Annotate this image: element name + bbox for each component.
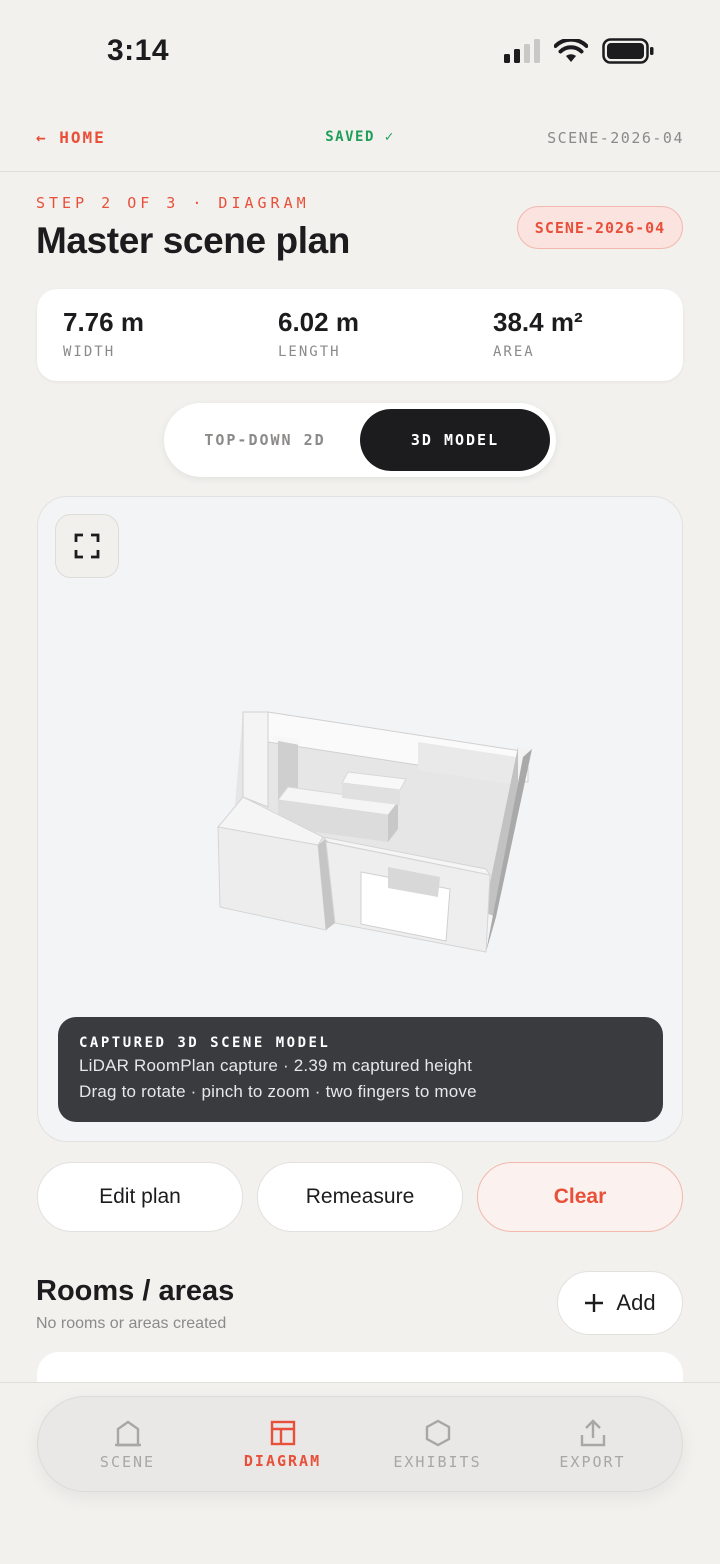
wifi-icon — [554, 39, 588, 62]
top-nav: ← HOME SAVED ✓ SCENE-2026-04 — [0, 104, 720, 172]
toggle-top-down-2d[interactable]: TOP-DOWN 2D — [170, 409, 360, 471]
room-3d-model[interactable] — [38, 497, 683, 1017]
measurements-card: 7.76 m WIDTH 6.02 m LENGTH 38.4 m² AREA — [37, 289, 683, 381]
step-label: STEP 2 OF 3 · DIAGRAM — [36, 194, 310, 212]
tab-export[interactable]: EXPORT — [515, 1397, 670, 1493]
expand-icon — [74, 533, 100, 559]
rooms-title: Rooms / areas — [36, 1275, 235, 1307]
battery-icon — [602, 38, 654, 64]
tab-scene[interactable]: SCENE — [50, 1397, 205, 1493]
house-icon — [114, 1420, 141, 1447]
model-viewer[interactable]: CAPTURED 3D SCENE MODEL LiDAR RoomPlan c… — [37, 496, 683, 1142]
upload-icon — [580, 1419, 605, 1447]
length-label: LENGTH — [278, 344, 341, 360]
tab-bar: SCENE DIAGRAM EXHIBITS EXPORT — [37, 1396, 683, 1492]
scene-badge: SCENE-2026-04 — [517, 206, 683, 249]
toggle-3d-model[interactable]: 3D MODEL — [360, 409, 550, 471]
plus-icon — [585, 1294, 604, 1312]
caption-capture-info: LiDAR RoomPlan capture · 2.39 m captured… — [79, 1056, 473, 1075]
tab-exhibits-label: EXHIBITS — [393, 1453, 482, 1471]
length-measurement: 6.02 m LENGTH — [278, 307, 359, 360]
area-label: AREA — [493, 344, 535, 360]
fullscreen-button[interactable] — [55, 514, 119, 578]
width-measurement: 7.76 m WIDTH — [63, 307, 144, 360]
area-measurement: 38.4 m² AREA — [493, 307, 583, 360]
width-value: 7.76 m — [63, 307, 144, 337]
caption-gesture-hint: Drag to rotate · pinch to zoom · two fin… — [79, 1082, 477, 1101]
edit-plan-button[interactable]: Edit plan — [37, 1162, 243, 1232]
hexagon-icon — [425, 1419, 450, 1447]
tab-scene-label: SCENE — [99, 1453, 156, 1471]
status-time: 3:14 — [107, 34, 170, 67]
home-link[interactable]: ← HOME — [36, 128, 106, 147]
layout-icon — [270, 1420, 295, 1446]
tab-diagram[interactable]: DIAGRAM — [205, 1397, 360, 1493]
add-room-button[interactable]: Add — [557, 1271, 683, 1335]
view-toggle: TOP-DOWN 2D 3D MODEL — [164, 403, 556, 477]
width-label: WIDTH — [63, 344, 116, 360]
model-caption: CAPTURED 3D SCENE MODEL LiDAR RoomPlan c… — [58, 1017, 663, 1122]
status-bar: 3:14 — [0, 0, 720, 104]
status-icons — [504, 38, 654, 64]
scene-id-label: SCENE-2026-04 — [547, 129, 684, 147]
cellular-signal-icon — [504, 39, 540, 63]
length-value: 6.02 m — [278, 307, 359, 337]
rooms-empty-text: No rooms or areas created — [36, 1315, 227, 1332]
add-room-label: Add — [616, 1290, 656, 1315]
clear-button[interactable]: Clear — [477, 1162, 683, 1232]
caption-title: CAPTURED 3D SCENE MODEL — [79, 1035, 331, 1051]
tab-exhibits[interactable]: EXHIBITS — [360, 1397, 515, 1493]
model-left-back-wall — [242, 711, 269, 808]
tab-diagram-label: DIAGRAM — [243, 1452, 322, 1470]
page-title: Master scene plan — [36, 220, 351, 261]
remeasure-button[interactable]: Remeasure — [257, 1162, 463, 1232]
area-value: 38.4 m² — [493, 307, 583, 337]
tab-export-label: EXPORT — [559, 1453, 626, 1471]
